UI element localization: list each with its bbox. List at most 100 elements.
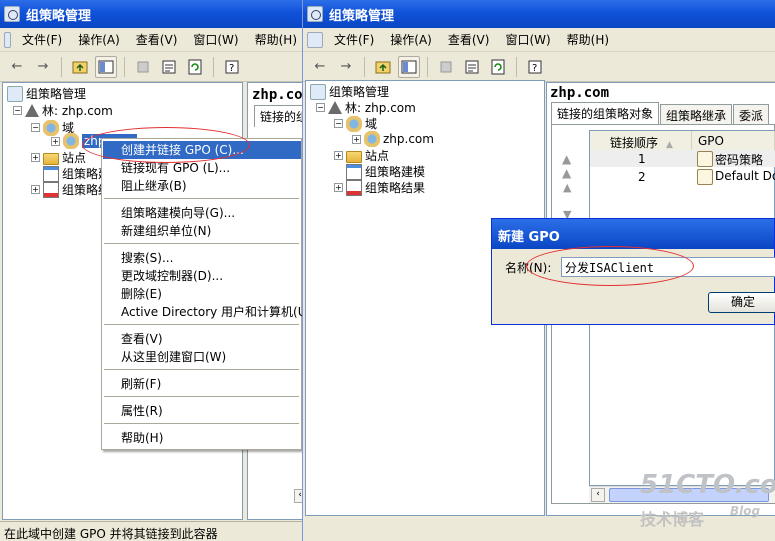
console-icon <box>310 83 326 100</box>
up-folder-icon[interactable] <box>372 56 394 78</box>
menu-view[interactable]: 查看(V) <box>443 29 495 50</box>
menu-file[interactable]: 文件(F) <box>329 29 379 50</box>
collapse-icon[interactable]: − <box>316 103 325 112</box>
ctx-new-ou[interactable]: 新建组织单位(N) <box>103 222 301 240</box>
tree-forest-label: 林: zhp.com <box>345 101 416 115</box>
ctx-help[interactable]: 帮助(H) <box>103 429 301 447</box>
ctx-view[interactable]: 查看(V) <box>103 330 301 348</box>
tree-root-gpm[interactable]: 组策略管理 <box>310 83 389 100</box>
expand-icon[interactable]: + <box>31 185 40 194</box>
row-2-order: 2 <box>638 170 646 184</box>
left-title-bar[interactable]: 组策略管理 <box>0 0 302 28</box>
dialog-title[interactable]: 新建 GPO <box>492 219 774 249</box>
collapse-icon[interactable]: − <box>13 106 22 115</box>
folder-icon <box>346 150 362 163</box>
ctx-refresh[interactable]: 刷新(F) <box>103 375 301 393</box>
tree-domains[interactable]: − 域 <box>334 115 377 132</box>
gpmc-app-icon <box>4 6 20 22</box>
tab-gpo-inheritance[interactable]: 组策略继承 <box>660 104 733 124</box>
left-detail-tab[interactable]: 链接的组 <box>254 105 302 127</box>
show-hide-tree-icon[interactable] <box>398 55 420 78</box>
tree-root-gpm[interactable]: 组策略管理 <box>7 85 86 102</box>
expand-icon[interactable]: + <box>31 153 40 162</box>
tree-root-label: 组策略管理 <box>329 85 390 99</box>
ctx-link-existing-gpo[interactable]: 链接现有 GPO (L)... <box>103 159 301 177</box>
ctx-search[interactable]: 搜索(S)... <box>103 249 301 267</box>
ctx-delete[interactable]: 删除(E) <box>103 285 301 303</box>
tree-modeling[interactable]: 组策略建模 <box>346 163 425 180</box>
expand-icon[interactable]: + <box>334 151 343 160</box>
domain-icon <box>346 115 362 132</box>
tree-root-label: 组策略管理 <box>26 87 87 101</box>
forward-arrow-icon[interactable]: → <box>32 56 54 78</box>
status-bar: 在此域中创建 GPO 并将其链接到此容器 <box>0 521 302 541</box>
expand-icon[interactable]: + <box>352 134 361 144</box>
menu-window[interactable]: 窗口(W) <box>500 29 555 50</box>
ok-button[interactable]: 确定 <box>708 292 775 313</box>
delete-icon[interactable] <box>435 56 457 78</box>
tree-results-label: 组策略结果 <box>365 181 426 195</box>
gpo-modeling-icon <box>43 165 59 182</box>
collapse-icon[interactable]: − <box>31 123 40 132</box>
system-menu-icon[interactable] <box>307 31 323 48</box>
menu-action[interactable]: 操作(A) <box>73 29 125 50</box>
tree-forest[interactable]: − 林: zhp.com <box>13 102 113 119</box>
left-toolbar: ← → ? <box>0 52 302 82</box>
back-arrow-icon[interactable]: ← <box>309 56 331 78</box>
tree-domain-zhp[interactable]: + zhp.com <box>352 131 434 147</box>
console-icon <box>7 85 23 102</box>
ctx-modeling-wizard[interactable]: 组策略建模向导(G)... <box>103 204 301 222</box>
tree-sites[interactable]: + 站点 <box>334 147 389 164</box>
ctx-ad-users-computers[interactable]: Active Directory 用户和计算机(U)... <box>103 303 323 321</box>
menu-file[interactable]: 文件(F) <box>17 29 67 50</box>
show-hide-tree-icon[interactable] <box>95 55 117 78</box>
up-folder-icon[interactable] <box>69 56 91 78</box>
refresh-icon[interactable] <box>487 56 509 78</box>
col-header-gpo[interactable]: GPO <box>692 131 775 151</box>
row-1-gpo: 密码策略 <box>697 151 763 168</box>
col-header-order[interactable]: 链接顺序 ▲ <box>590 131 692 151</box>
right-toolbar: ← → ? <box>303 52 775 82</box>
left-menu-bar: 文件(F) 操作(A) 查看(V) 窗口(W) 帮助(H) <box>0 28 302 52</box>
properties-icon[interactable] <box>158 56 180 78</box>
expand-icon[interactable]: + <box>334 183 343 192</box>
tree-forest[interactable]: − 林: zhp.com <box>316 99 416 116</box>
ctx-block-inheritance[interactable]: 阻止继承(B) <box>103 177 301 195</box>
menu-action[interactable]: 操作(A) <box>385 29 437 50</box>
expand-icon[interactable]: + <box>51 136 60 146</box>
move-up-icon[interactable]: ▲ <box>563 181 571 194</box>
tree-modeling-label: 组策略建模 <box>365 165 426 179</box>
refresh-icon[interactable] <box>184 56 206 78</box>
tree-results[interactable]: + 组策略结果 <box>334 179 425 196</box>
watermark-sub: 技术博客 <box>640 510 705 529</box>
domain-icon <box>364 131 380 147</box>
menu-window[interactable]: 窗口(W) <box>188 29 243 50</box>
scroll-left-icon[interactable]: ‹ <box>294 489 302 503</box>
properties-icon[interactable] <box>461 56 483 78</box>
gpo-results-icon <box>346 179 362 196</box>
gpmc-app-icon <box>307 6 323 22</box>
collapse-icon[interactable]: − <box>334 119 343 128</box>
menu-divider <box>104 396 299 397</box>
menu-view[interactable]: 查看(V) <box>131 29 183 50</box>
help-icon[interactable]: ? <box>524 56 546 78</box>
svg-text:?: ? <box>229 63 234 74</box>
back-arrow-icon[interactable]: ← <box>6 56 28 78</box>
help-icon[interactable]: ? <box>221 56 243 78</box>
tree-sites[interactable]: + 站点 <box>31 149 86 166</box>
menu-help[interactable]: 帮助(H) <box>250 29 302 50</box>
menu-help[interactable]: 帮助(H) <box>562 29 614 50</box>
forward-arrow-icon[interactable]: → <box>335 56 357 78</box>
ctx-change-dc[interactable]: 更改域控制器(D)... <box>103 267 301 285</box>
move-top-icon[interactable]: ▲ ▲ <box>562 152 571 180</box>
scroll-left-icon[interactable]: ‹ <box>591 488 605 502</box>
ctx-new-window[interactable]: 从这里创建窗口(W) <box>103 348 301 366</box>
ctx-properties[interactable]: 属性(R) <box>103 402 301 420</box>
delete-icon[interactable] <box>132 56 154 78</box>
system-menu-icon[interactable] <box>4 31 11 48</box>
right-title-bar[interactable]: 组策略管理 <box>303 0 775 28</box>
watermark-brand: 51CTO.com <box>640 470 775 500</box>
tab-linked-gpos[interactable]: 链接的组策略对象 <box>551 102 660 124</box>
tab-delegation[interactable]: 委派 <box>733 104 770 124</box>
forest-icon <box>25 104 39 117</box>
